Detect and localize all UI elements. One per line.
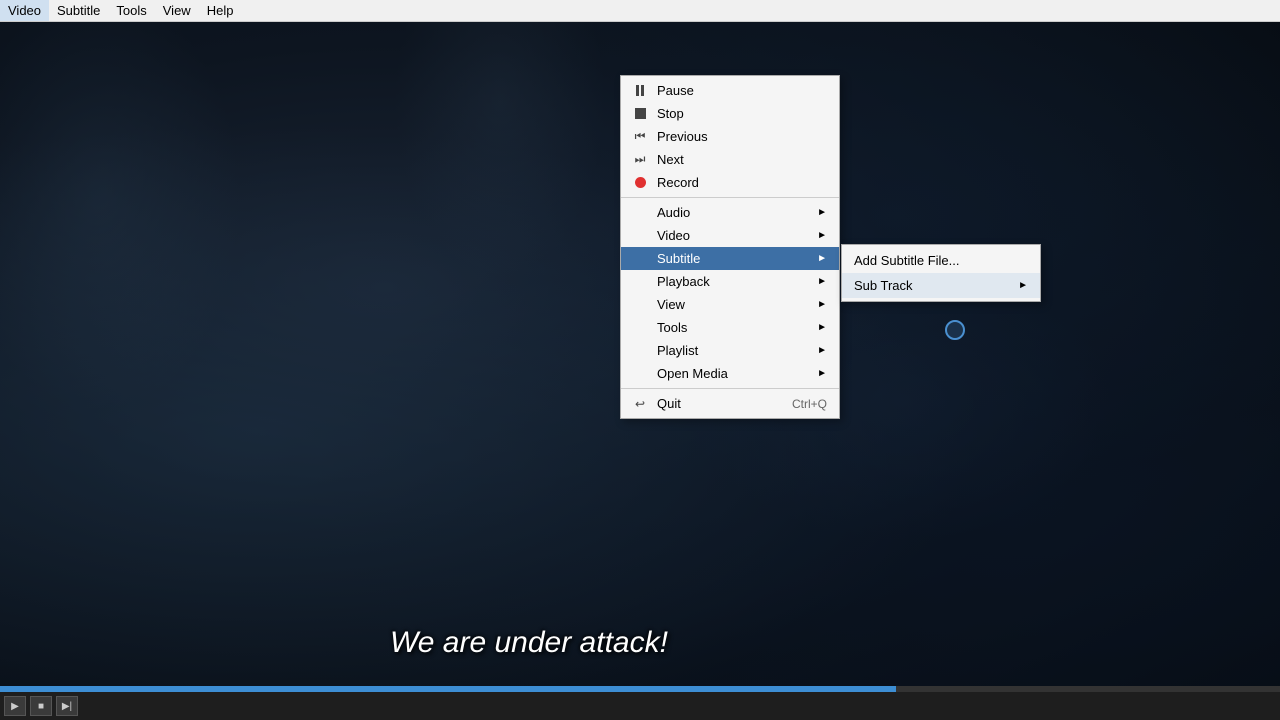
openmedia-arrow: ► [817, 368, 827, 379]
openmedia-label: Open Media [657, 366, 809, 381]
menu-item-subtitle[interactable]: Subtitle ► Add Subtitle File... Sub Trac… [621, 247, 839, 270]
previous-label: Previous [657, 129, 827, 144]
menu-item-playlist[interactable]: Playlist ► [621, 339, 839, 362]
next-btn[interactable]: ▶| [56, 696, 78, 716]
add-subtitle-label: Add Subtitle File... [854, 253, 960, 268]
menu-view[interactable]: View [155, 0, 199, 21]
quit-icon: ↩ [631, 397, 649, 411]
menu-item-stop[interactable]: Stop [621, 102, 839, 125]
menu-help[interactable]: Help [199, 0, 242, 21]
separator-1 [621, 197, 839, 198]
menu-item-record[interactable]: Record [621, 171, 839, 194]
menu-item-tools[interactable]: Tools ► [621, 316, 839, 339]
playlist-label: Playlist [657, 343, 809, 358]
menu-item-openmedia[interactable]: Open Media ► [621, 362, 839, 385]
context-menu: Pause Stop ⏮ Previous ⏭ Next Record Audi… [620, 75, 840, 419]
stop-icon [631, 108, 649, 119]
stop-btn[interactable]: ■ [30, 696, 52, 716]
menu-item-previous[interactable]: ⏮ Previous [621, 125, 839, 148]
menu-video[interactable]: Video [0, 0, 49, 21]
stop-label: Stop [657, 106, 827, 121]
quit-shortcut: Ctrl+Q [792, 397, 827, 411]
playlist-arrow: ► [817, 345, 827, 356]
menu-item-playback[interactable]: Playback ► [621, 270, 839, 293]
menu-tools[interactable]: Tools [108, 0, 154, 21]
record-icon [631, 177, 649, 188]
next-icon: ⏭ [631, 152, 649, 167]
view-label: View [657, 297, 809, 312]
audio-label: Audio [657, 205, 809, 220]
menu-bar: Video Subtitle Tools View Help [0, 0, 1280, 22]
video-arrow: ► [817, 230, 827, 241]
menu-subtitle[interactable]: Subtitle [49, 0, 108, 21]
audio-arrow: ► [817, 207, 827, 218]
menu-item-video[interactable]: Video ► [621, 224, 839, 247]
video-label: Video [657, 228, 809, 243]
separator-2 [621, 388, 839, 389]
pause-icon [631, 85, 649, 96]
subtitle-label: Subtitle [657, 251, 809, 266]
menu-item-next[interactable]: ⏭ Next [621, 148, 839, 171]
tools-arrow: ► [817, 322, 827, 333]
sub-track-arrow: ► [1018, 280, 1028, 291]
prev-icon: ⏮ [631, 129, 649, 144]
menu-item-view[interactable]: View ► [621, 293, 839, 316]
tools-label: Tools [657, 320, 809, 335]
pause-label: Pause [657, 83, 827, 98]
sub-track-label: Sub Track [854, 278, 913, 293]
submenu-sub-track[interactable]: Sub Track ► [842, 273, 1040, 298]
quit-label: Quit [657, 396, 784, 411]
view-arrow: ► [817, 299, 827, 310]
next-label: Next [657, 152, 827, 167]
submenu-add-subtitle[interactable]: Add Subtitle File... [842, 248, 1040, 273]
record-label: Record [657, 175, 827, 190]
menu-item-quit[interactable]: ↩ Quit Ctrl+Q [621, 392, 839, 415]
bottom-controls: ▶ ■ ▶| [0, 692, 1280, 720]
playback-label: Playback [657, 274, 809, 289]
play-pause-btn[interactable]: ▶ [4, 696, 26, 716]
subtitle-arrow: ► [817, 253, 827, 264]
menu-item-audio[interactable]: Audio ► [621, 201, 839, 224]
menu-item-pause[interactable]: Pause [621, 79, 839, 102]
playback-arrow: ► [817, 276, 827, 287]
subtitle-submenu: Add Subtitle File... Sub Track ► [841, 244, 1041, 302]
